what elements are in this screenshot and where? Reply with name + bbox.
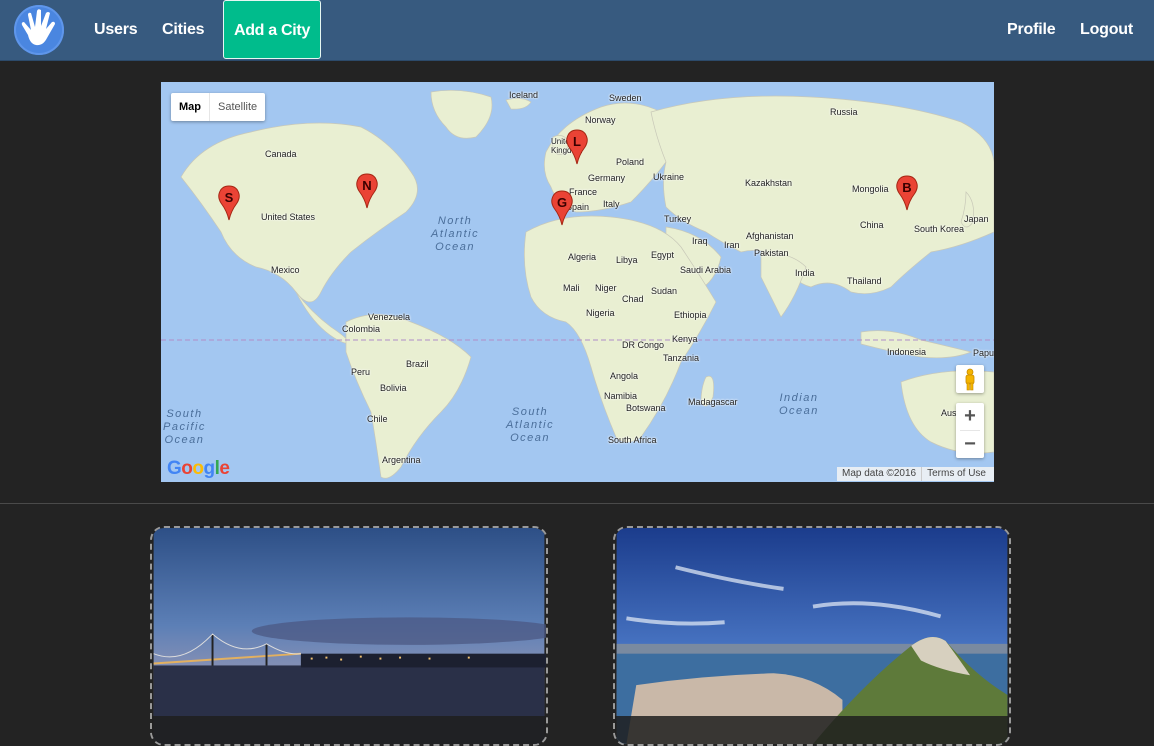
country-label: Ethiopia xyxy=(674,310,707,320)
country-label: Tanzania xyxy=(663,353,700,363)
street-view-pegman-icon[interactable] xyxy=(956,365,984,393)
nav-users[interactable]: Users xyxy=(94,0,138,60)
country-label: Angola xyxy=(610,371,639,381)
country-label: Canada xyxy=(265,149,297,159)
hand-icon[interactable] xyxy=(14,5,64,55)
country-label: Sweden xyxy=(609,93,642,103)
marker-beijing[interactable]: B xyxy=(896,175,918,211)
zoom-control: + − xyxy=(956,403,984,458)
country-label: South Korea xyxy=(914,224,965,234)
rock-of-gibraltar-photo xyxy=(616,528,1008,744)
country-label: Kazakhstan xyxy=(745,178,793,188)
bay-bridge-night-photo xyxy=(153,528,546,744)
country-label: Mali xyxy=(563,283,580,293)
country-label: Chad xyxy=(622,294,644,304)
google-logo[interactable]: Google xyxy=(167,458,230,480)
country-label: Thailand xyxy=(847,276,882,286)
ocean-label-south-pacific: South Pacific Ocean xyxy=(163,408,206,446)
country-label: Australia xyxy=(941,408,957,418)
card-caption-bar xyxy=(615,716,1009,744)
country-label: Sudan xyxy=(651,286,678,296)
country-label: India xyxy=(795,268,815,278)
marker-san-francisco[interactable]: S xyxy=(218,185,240,221)
country-label: Madagascar xyxy=(688,397,738,407)
country-label: Nigeria xyxy=(586,308,615,318)
zoom-out-button[interactable]: − xyxy=(956,431,984,458)
country-label: Russia xyxy=(830,107,858,117)
country-label: United Kingdom xyxy=(551,137,583,155)
marker-london[interactable]: L xyxy=(566,129,588,165)
country-label: Mexico xyxy=(271,265,300,275)
country-label: Turkey xyxy=(664,214,692,224)
country-label: Libya xyxy=(616,255,638,265)
country-label: Niger xyxy=(595,283,617,293)
country-label: Iraq xyxy=(692,236,708,246)
map-attribution: Map data ©2016 Terms of Use xyxy=(837,467,994,481)
section-divider xyxy=(0,503,1154,504)
country-label: Botswana xyxy=(626,403,666,413)
country-label: Iceland xyxy=(509,90,539,100)
city-card[interactable] xyxy=(150,526,548,746)
country-label: Papua xyxy=(973,348,994,358)
country-label: Egypt xyxy=(651,250,675,260)
country-label: Japan xyxy=(964,214,989,224)
terms-of-use-link[interactable]: Terms of Use xyxy=(921,467,991,481)
add-city-button[interactable]: Add a City xyxy=(223,0,321,59)
country-label: Brazil xyxy=(406,359,429,369)
country-label: Saudi Arabia xyxy=(680,265,732,275)
ocean-label-north-atlantic: North Atlantic Ocean xyxy=(431,215,480,253)
country-label: DR Congo xyxy=(622,340,665,350)
ocean-label-indian: Indian Ocean xyxy=(779,392,819,417)
country-label: Norway xyxy=(585,115,616,125)
nav-profile[interactable]: Profile xyxy=(1007,0,1056,60)
country-label: United States xyxy=(261,212,316,222)
country-label: France xyxy=(569,187,598,197)
zoom-in-button[interactable]: + xyxy=(956,403,984,430)
country-label: China xyxy=(860,220,884,230)
country-label: Afghanistan xyxy=(746,231,794,241)
map-type-control: Map Satellite xyxy=(171,93,266,121)
country-label: Argentina xyxy=(382,455,421,465)
country-label: Bolivia xyxy=(380,383,407,393)
country-label: Poland xyxy=(616,157,645,167)
marker-gibraltar[interactable]: G xyxy=(551,190,573,226)
country-label: Colombia xyxy=(342,324,381,334)
country-label: Mongolia xyxy=(852,184,889,194)
marker-new-york[interactable]: N xyxy=(356,173,378,209)
card-caption-bar xyxy=(152,716,546,744)
country-label: Indonesia xyxy=(887,347,927,357)
country-label: Venezuela xyxy=(368,312,411,322)
country-label: Pakistan xyxy=(754,248,789,258)
country-label: Iran xyxy=(724,240,740,250)
country-label: Ukraine xyxy=(653,172,685,182)
country-label: Kenya xyxy=(672,334,698,344)
top-navbar: Users Cities Add a City Profile Logout xyxy=(0,0,1154,61)
map-data-credit: Map data ©2016 xyxy=(842,468,917,479)
nav-logout[interactable]: Logout xyxy=(1080,0,1133,60)
country-label: Chile xyxy=(367,414,388,424)
country-label: Germany xyxy=(588,173,626,183)
map-type-map-button[interactable]: Map xyxy=(171,93,210,121)
country-label: Algeria xyxy=(568,252,597,262)
map-type-satellite-button[interactable]: Satellite xyxy=(210,93,265,121)
country-label: Peru xyxy=(351,367,371,377)
nav-cities[interactable]: Cities xyxy=(162,0,205,60)
ocean-label-south-atlantic: South Atlantic Ocean xyxy=(506,406,555,444)
country-label: Italy xyxy=(603,199,620,209)
country-label: Namibia xyxy=(604,391,638,401)
city-card[interactable] xyxy=(613,526,1011,746)
world-map[interactable]: Map Satellite Iceland Sweden Norway Russ… xyxy=(161,82,994,482)
country-label: South Africa xyxy=(608,435,657,445)
